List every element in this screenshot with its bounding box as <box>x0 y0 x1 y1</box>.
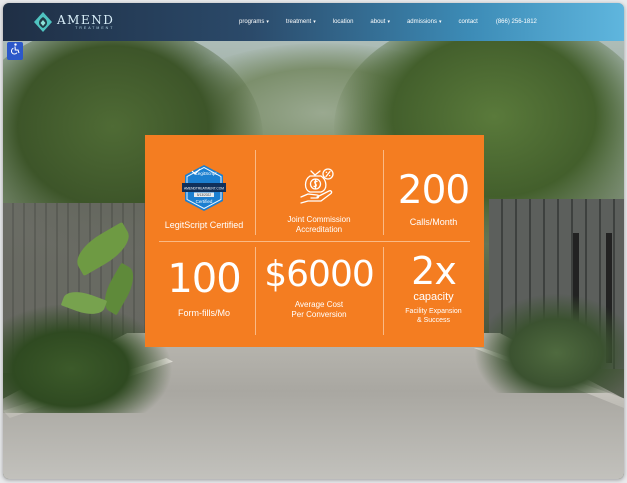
nav-programs[interactable]: programs ▾ <box>239 19 269 25</box>
joint-commission-label-line1: Joint Commission <box>287 215 351 224</box>
average-cost-label-line1: Average Cost <box>294 300 344 309</box>
nav-about[interactable]: about ▾ <box>370 19 390 25</box>
accessibility-button[interactable] <box>7 42 23 60</box>
stat-average-cost: $6000 Average Cost Per Conversion <box>255 257 383 320</box>
stat-calls: 200 Calls/Month <box>383 171 484 228</box>
calls-label: Calls/Month <box>409 217 458 227</box>
capacity-label-line2: & Success <box>416 316 451 324</box>
stat-capacity: 2x capacity Facility Expansion & Success <box>383 252 484 325</box>
capacity-sub: capacity <box>413 291 454 303</box>
stat-legitscript: LegitScript AMENDTREATMENT.COM 5/13/2022… <box>145 163 263 231</box>
nav-treatment[interactable]: treatment ▾ <box>286 19 316 25</box>
chevron-down-icon: ▾ <box>266 19 269 25</box>
legitscript-domain: AMENDTREATMENT.COM <box>184 187 224 191</box>
average-cost-label-line2: Per Conversion <box>291 310 347 319</box>
legitscript-brand: LegitScript <box>195 171 217 176</box>
form-fills-label: Form-fills/Mo <box>178 308 230 318</box>
logo-tagline: TREATMENT <box>75 25 115 30</box>
nav-admissions[interactable]: admissions ▾ <box>407 19 442 25</box>
average-cost-value: $6000 <box>264 254 375 295</box>
form-fills-value: 100 <box>167 256 241 302</box>
divider <box>159 241 470 242</box>
phone-link[interactable]: (866) 256-1812 <box>496 19 537 25</box>
legitscript-badge[interactable]: LegitScript AMENDTREATMENT.COM 5/13/2022… <box>179 163 229 213</box>
browser-frame: AMEND TREATMENT programs ▾ treatment ▾ loc… <box>3 3 624 479</box>
site-header: AMEND TREATMENT programs ▾ treatment ▾ loc… <box>3 3 624 41</box>
capacity-value: 2x <box>411 249 457 293</box>
stats-card: LegitScript AMENDTREATMENT.COM 5/13/2022… <box>145 135 484 347</box>
wheelchair-accessibility-icon <box>9 42 21 60</box>
logo-name: AMEND <box>57 12 115 27</box>
legitscript-label: LegitScript Certified <box>164 220 244 230</box>
main-nav: programs ▾ treatment ▾ location about ▾ adm… <box>239 3 537 41</box>
nav-location[interactable]: location <box>333 19 354 25</box>
chevron-down-icon: ▾ <box>387 19 390 25</box>
money-bag-hand-icon <box>300 168 334 204</box>
legitscript-status: Certified <box>196 199 213 204</box>
chevron-down-icon: ▾ <box>438 19 442 25</box>
legitscript-date: 5/13/2022 <box>197 193 211 197</box>
stat-form-fills: 100 Form-fills/Mo <box>145 259 263 319</box>
stat-joint-commission: Joint Commission Accreditation <box>255 163 383 235</box>
amend-logo[interactable]: AMEND TREATMENT <box>33 11 114 33</box>
joint-commission-label-line2: Accreditation <box>295 225 343 234</box>
chevron-down-icon: ▾ <box>313 19 316 25</box>
nav-contact[interactable]: contact <box>458 19 477 25</box>
calls-value: 200 <box>397 168 470 213</box>
capacity-label-line1: Facility Expansion <box>405 307 462 315</box>
amend-heart-drop-icon <box>33 11 53 33</box>
